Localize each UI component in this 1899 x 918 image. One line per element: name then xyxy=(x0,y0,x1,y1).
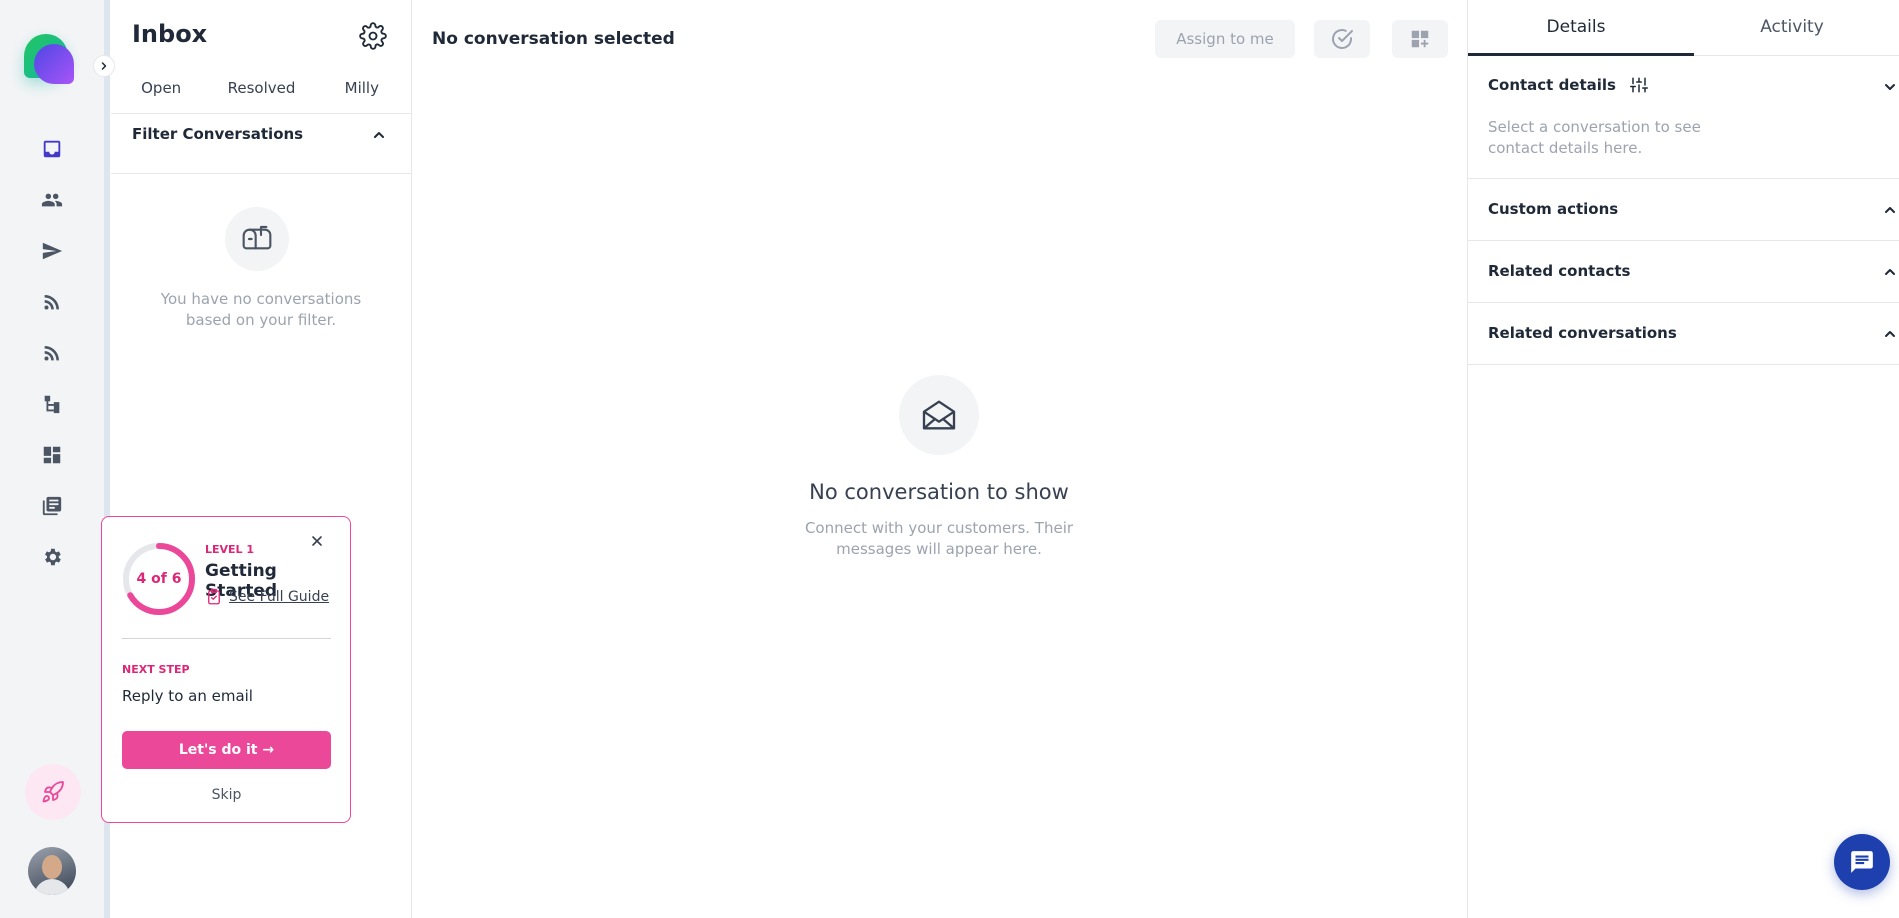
chat-icon xyxy=(1851,851,1873,873)
app-rail xyxy=(0,0,107,918)
skip-button[interactable]: Skip xyxy=(122,787,331,803)
inbox-icon[interactable] xyxy=(38,135,66,163)
filter-conversations[interactable]: Filter Conversations xyxy=(111,115,412,174)
filter-label: Filter Conversations xyxy=(132,125,304,143)
check-circle-icon xyxy=(1332,29,1353,49)
app-logo[interactable] xyxy=(24,34,76,86)
page-title: No conversation selected xyxy=(432,29,675,49)
related-conversations-section[interactable]: Related conversations xyxy=(1468,303,1899,365)
section-title: Related conversations xyxy=(1488,324,1677,342)
chevron-up-icon[interactable] xyxy=(1882,326,1898,346)
lets-do-it-button[interactable]: Let's do it → xyxy=(122,731,331,769)
tab-resolved[interactable]: Resolved xyxy=(211,76,311,113)
add-widget-button[interactable] xyxy=(1392,20,1448,58)
envelope-open-icon xyxy=(899,375,979,455)
section-title: Custom actions xyxy=(1488,200,1619,218)
details-panel: Details Activity Contact details Select … xyxy=(1467,0,1899,918)
gear-icon[interactable] xyxy=(38,543,66,571)
empty-state-subtitle: Connect with your customers. Their messa… xyxy=(804,519,1074,558)
send-icon[interactable] xyxy=(38,237,66,265)
avatar[interactable] xyxy=(28,847,76,895)
chevron-right-icon[interactable] xyxy=(93,55,115,77)
chevron-up-icon[interactable] xyxy=(1882,202,1898,222)
level-label: LEVEL 1 xyxy=(205,543,255,556)
section-title: Contact details xyxy=(1488,76,1616,94)
rss-icon[interactable] xyxy=(38,288,66,316)
contact-details-placeholder: Select a conversation to see contact det… xyxy=(1488,118,1701,157)
getting-started-card: 4 of 6 LEVEL 1 Getting Started See Full … xyxy=(101,516,351,823)
contact-details-section[interactable]: Contact details Select a conversation to… xyxy=(1468,56,1899,179)
details-tabs: Details Activity xyxy=(1468,0,1899,56)
progress-text: 4 of 6 xyxy=(136,571,182,587)
assign-to-me-button[interactable]: Assign to me xyxy=(1155,20,1295,58)
see-full-guide-link[interactable]: See Full Guide xyxy=(205,588,329,606)
mailbox-icon xyxy=(225,207,289,271)
close-icon[interactable] xyxy=(307,531,327,551)
section-title: Related contacts xyxy=(1488,262,1631,280)
custom-actions-section[interactable]: Custom actions xyxy=(1468,179,1899,241)
tab-milly[interactable]: Milly xyxy=(312,76,412,113)
rss-icon[interactable] xyxy=(38,339,66,367)
inbox-tabs: Open Resolved Milly xyxy=(111,76,412,114)
checklist-icon xyxy=(208,588,220,605)
workflow-icon[interactable] xyxy=(38,390,66,418)
rocket-icon[interactable] xyxy=(25,764,81,820)
dashboard-icon[interactable] xyxy=(38,441,66,469)
next-step-action: Reply to an email xyxy=(122,687,253,705)
library-icon[interactable] xyxy=(38,492,66,520)
related-contacts-section[interactable]: Related contacts xyxy=(1468,241,1899,303)
dashboard-add-icon xyxy=(1411,30,1429,48)
chevron-up-icon[interactable] xyxy=(1882,264,1898,284)
divider xyxy=(122,638,331,639)
chevron-up-icon[interactable] xyxy=(371,127,387,147)
tab-activity[interactable]: Activity xyxy=(1684,0,1899,55)
empty-state-text: You have no conversations based on your … xyxy=(160,290,362,329)
resolve-button[interactable] xyxy=(1314,20,1370,58)
sliders-icon[interactable] xyxy=(1629,76,1648,94)
tab-open[interactable]: Open xyxy=(111,76,211,113)
next-step-label: NEXT STEP xyxy=(122,663,190,676)
inbox-settings-gear-icon[interactable] xyxy=(359,22,387,50)
tab-details[interactable]: Details xyxy=(1468,0,1694,56)
see-full-guide-label: See Full Guide xyxy=(229,589,330,605)
chat-widget-button[interactable] xyxy=(1834,834,1890,890)
chevron-down-icon[interactable] xyxy=(1882,79,1898,99)
contacts-icon[interactable] xyxy=(38,186,66,214)
empty-state-title: No conversation to show xyxy=(809,480,1069,504)
inbox-title: Inbox xyxy=(132,20,208,48)
conversation-main: No conversation selected Assign to me No… xyxy=(412,0,1467,918)
